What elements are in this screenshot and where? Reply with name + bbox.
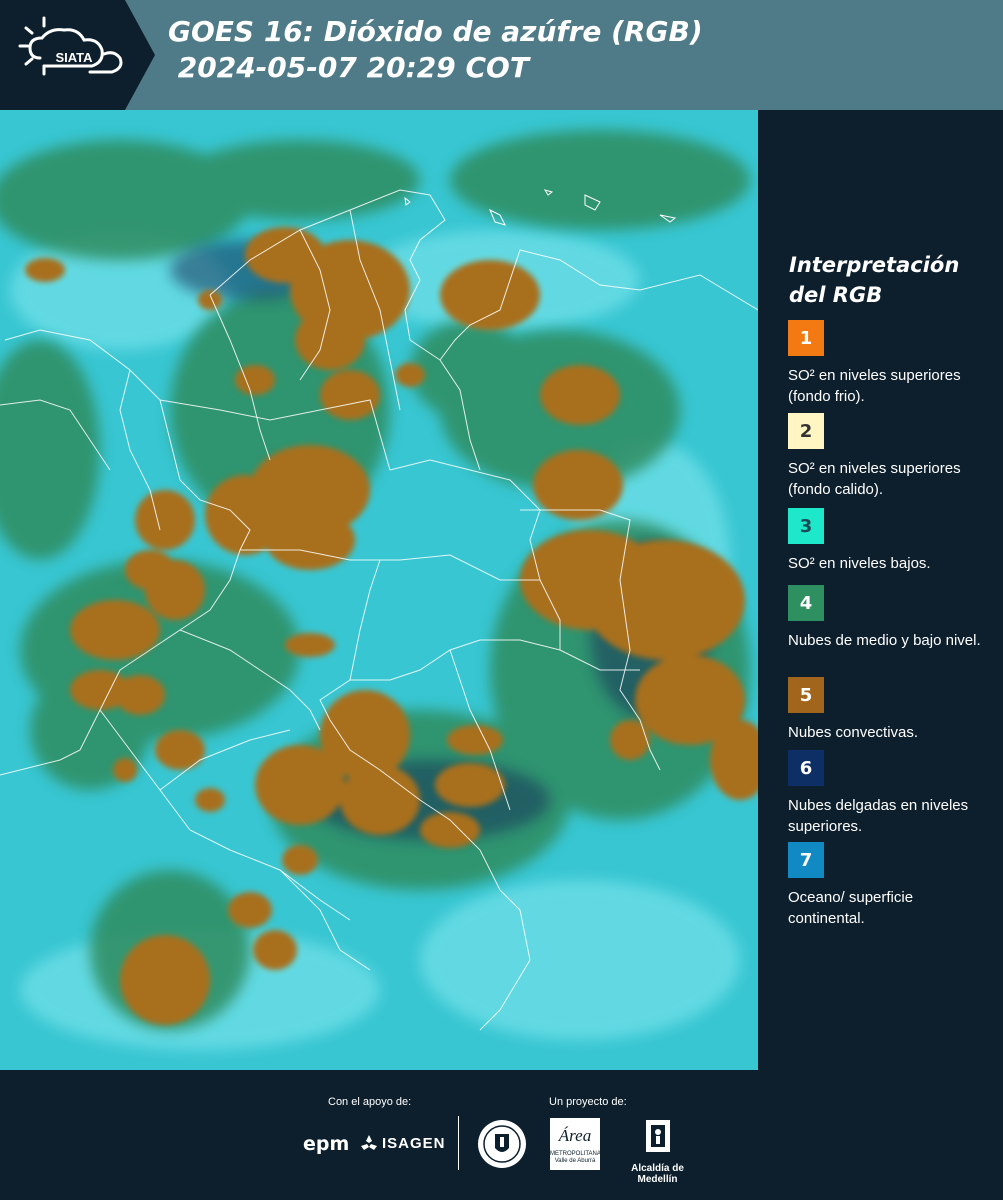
legend-swatch: 2 bbox=[788, 413, 824, 449]
legend-item: 4 Nubes de medio y bajo nivel. bbox=[788, 585, 993, 651]
project-label: Un proyecto de: bbox=[549, 1096, 627, 1108]
isagen-icon bbox=[361, 1135, 377, 1150]
alcaldia-text: Alcaldía de Medellín bbox=[631, 1163, 684, 1185]
isagen-text: ISAGEN bbox=[382, 1134, 446, 1152]
footer-divider bbox=[458, 1116, 459, 1170]
legend-swatch: 5 bbox=[788, 677, 824, 713]
legend-item: 5 Nubes convectivas. bbox=[788, 677, 993, 743]
siata-logo: SIATA bbox=[0, 0, 155, 110]
legend-item: 6 Nubes delgadas en niveles superiores. bbox=[788, 750, 993, 837]
logo-text: SIATA bbox=[55, 50, 93, 65]
legend-swatch: 7 bbox=[788, 842, 824, 878]
legend-swatch: 6 bbox=[788, 750, 824, 786]
support-label: Con el apoyo de: bbox=[328, 1096, 412, 1108]
area-logo-subtext: METROPOLITANA Valle de Aburrá bbox=[550, 1151, 601, 1164]
legend-item: 1 SO² en niveles superiores (fondo frio). bbox=[788, 320, 993, 407]
legend-label: Nubes convectivas. bbox=[788, 724, 919, 741]
legend-label: Oceano/ superficie continental. bbox=[788, 889, 914, 927]
area-metropolitana-logo: Área METROPOLITANA Valle de Aburrá bbox=[550, 1118, 601, 1170]
legend-item: 3 SO² en niveles bajos. bbox=[788, 508, 993, 574]
header-bar: SIATA GOES 16: Dióxido de azúfre (RGB) 2… bbox=[0, 0, 1003, 110]
legend-label: Nubes de medio y bajo nivel. bbox=[788, 632, 981, 649]
area-logo-text: Área bbox=[558, 1126, 592, 1145]
legend-label: SO² en niveles superiores (fondo frio). bbox=[788, 367, 961, 405]
alcaldia-shield-icon bbox=[645, 1120, 670, 1152]
isagen-logo: ISAGEN bbox=[360, 1134, 446, 1152]
legend-item: 2 SO² en niveles superiores (fondo calido… bbox=[788, 413, 993, 500]
page-title: GOES 16: Dióxido de azúfre (RGB) 2024-05… bbox=[168, 15, 703, 84]
legend-label: Nubes delgadas en niveles superiores. bbox=[788, 797, 969, 835]
legend-swatch: 3 bbox=[788, 508, 824, 544]
footer: Con el apoyo de: Un proyecto de: epm ISA… bbox=[0, 1070, 1003, 1200]
legend-swatch: 4 bbox=[788, 585, 824, 621]
legend-label: SO² en niveles bajos. bbox=[788, 555, 931, 572]
legend-swatch: 1 bbox=[788, 320, 824, 356]
medellin-seal-icon bbox=[476, 1118, 528, 1175]
legend-label: SO² en niveles superiores (fondo calido)… bbox=[788, 460, 961, 498]
satellite-map bbox=[0, 110, 758, 1070]
legend-panel: Interpretación del RGB 1 SO² en niveles s… bbox=[758, 110, 1003, 1070]
legend-title: Interpretación del RGB bbox=[789, 253, 960, 307]
legend-item: 7 Oceano/ superficie continental. bbox=[788, 842, 993, 929]
epm-logo: epm bbox=[303, 1133, 350, 1155]
alcaldia-logo: Alcaldía de Medellín bbox=[610, 1118, 705, 1185]
